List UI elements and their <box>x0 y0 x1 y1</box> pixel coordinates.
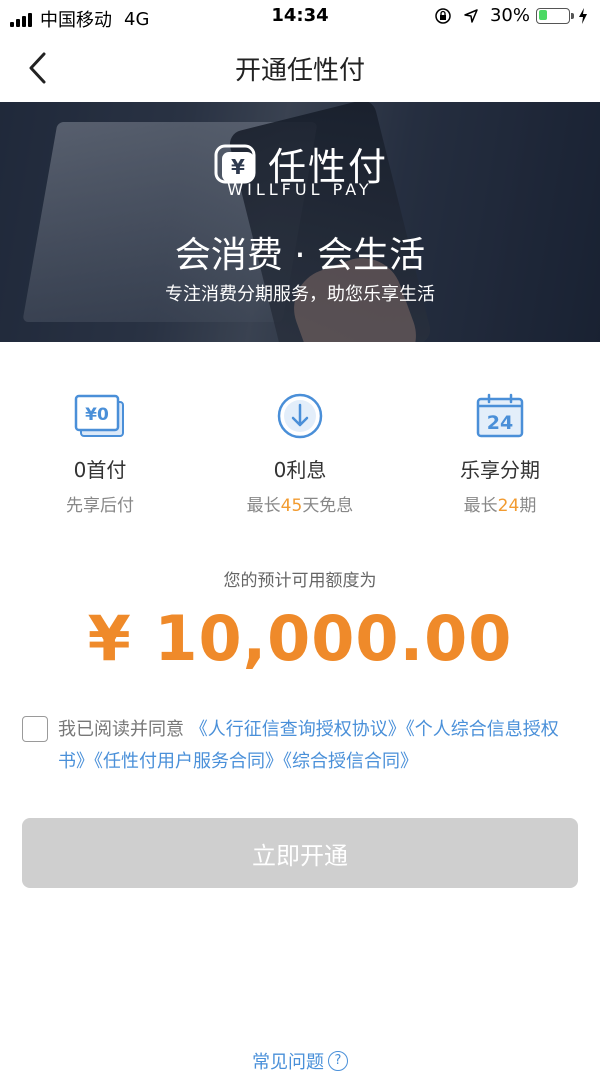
page-title: 开通任性付 <box>234 56 365 86</box>
rotation-lock-icon <box>435 7 451 24</box>
question-icon: ? <box>328 1051 348 1071</box>
open-now-button[interactable]: 立即开通 <box>22 818 578 888</box>
charging-icon <box>579 7 587 24</box>
banner-description: 专注消费分期服务，助您乐享生活 <box>165 284 435 305</box>
feature-title: 乐享分期 <box>460 458 540 482</box>
logo-icon-glyph: ¥ <box>231 155 245 179</box>
credit-label: 您的预计可用额度为 <box>223 571 377 591</box>
agreement-text: 我已阅读并同意 《人行征信查询授权协议》《个人综合信息授权书》《任性付用户服务合… <box>58 714 578 778</box>
feature-subtitle-post: 天免息 <box>302 496 354 516</box>
agreement-link-service-contract[interactable]: 《任性付用户服务合同》 <box>94 751 283 772</box>
calendar-24-icon: 24 <box>476 393 524 438</box>
battery-icon <box>536 7 574 24</box>
promo-banner: ¥ 任性付 WILLFUL PAY 会消费 · 会生活 专注消费分期服务，助您乐… <box>0 102 600 342</box>
feature-subtitle: 最长24期 <box>400 491 600 516</box>
feature-item-no-down-payment: ¥0 0首付 先享后付 <box>0 392 200 516</box>
zero-yen-card-icon: ¥0 <box>74 394 124 437</box>
feature-icon-text: ¥0 <box>85 405 109 425</box>
feature-subtitle-post: 期 <box>519 496 537 516</box>
feature-subtitle-highlight: 45 <box>280 496 303 516</box>
feature-subtitle: 先享后付 <box>0 491 200 516</box>
agreement-checkbox[interactable] <box>22 716 48 742</box>
status-right: 30% <box>434 5 588 26</box>
feature-subtitle-pre: 最长 <box>463 496 498 516</box>
feature-list: ¥0 0首付 先享后付 0利息 最长45天免息 24 乐享分期 最长24期 <box>0 392 600 522</box>
credit-amount: ¥ 10,000.00 <box>87 602 513 675</box>
feature-item-zero-interest: 0利息 最长45天免息 <box>200 392 400 516</box>
feature-title: 0首付 <box>73 458 127 482</box>
feature-subtitle-highlight: 24 <box>497 496 520 516</box>
feature-subtitle-pre: 先享后付 <box>66 496 134 516</box>
brand-subtitle: WILLFUL PAY <box>227 180 373 199</box>
nav-bar: 开通任性付 <box>0 34 600 102</box>
down-arrow-circle-icon <box>277 393 323 439</box>
feature-subtitle: 最长45天免息 <box>200 491 400 516</box>
battery-percent: 30% <box>489 5 530 26</box>
agreement-prefix: 我已阅读并同意 <box>58 719 184 740</box>
agreement-link-credit-inquiry[interactable]: 《人行征信查询授权协议》 <box>190 719 406 740</box>
feature-icon-text: 24 <box>487 412 513 434</box>
agreement-link-credit-contract[interactable]: 《综合授信合同》 <box>283 751 418 772</box>
wallet-yen-icon: ¥ <box>214 144 256 183</box>
feature-item-installments: 24 乐享分期 最长24期 <box>400 392 600 516</box>
banner-slogan: 会消费 · 会生活 <box>174 235 426 276</box>
agreement-section: 我已阅读并同意 《人行征信查询授权协议》《个人综合信息授权书》《任性付用户服务合… <box>22 714 578 778</box>
faq-link[interactable]: 常见问题 ? <box>0 1048 600 1074</box>
feature-subtitle-pre: 最长 <box>246 496 281 516</box>
status-bar: 中国移动 4G 14:34 30% <box>0 0 600 34</box>
faq-label: 常见问题 <box>252 1052 324 1073</box>
location-icon <box>464 8 478 23</box>
feature-title: 0利息 <box>273 458 327 482</box>
